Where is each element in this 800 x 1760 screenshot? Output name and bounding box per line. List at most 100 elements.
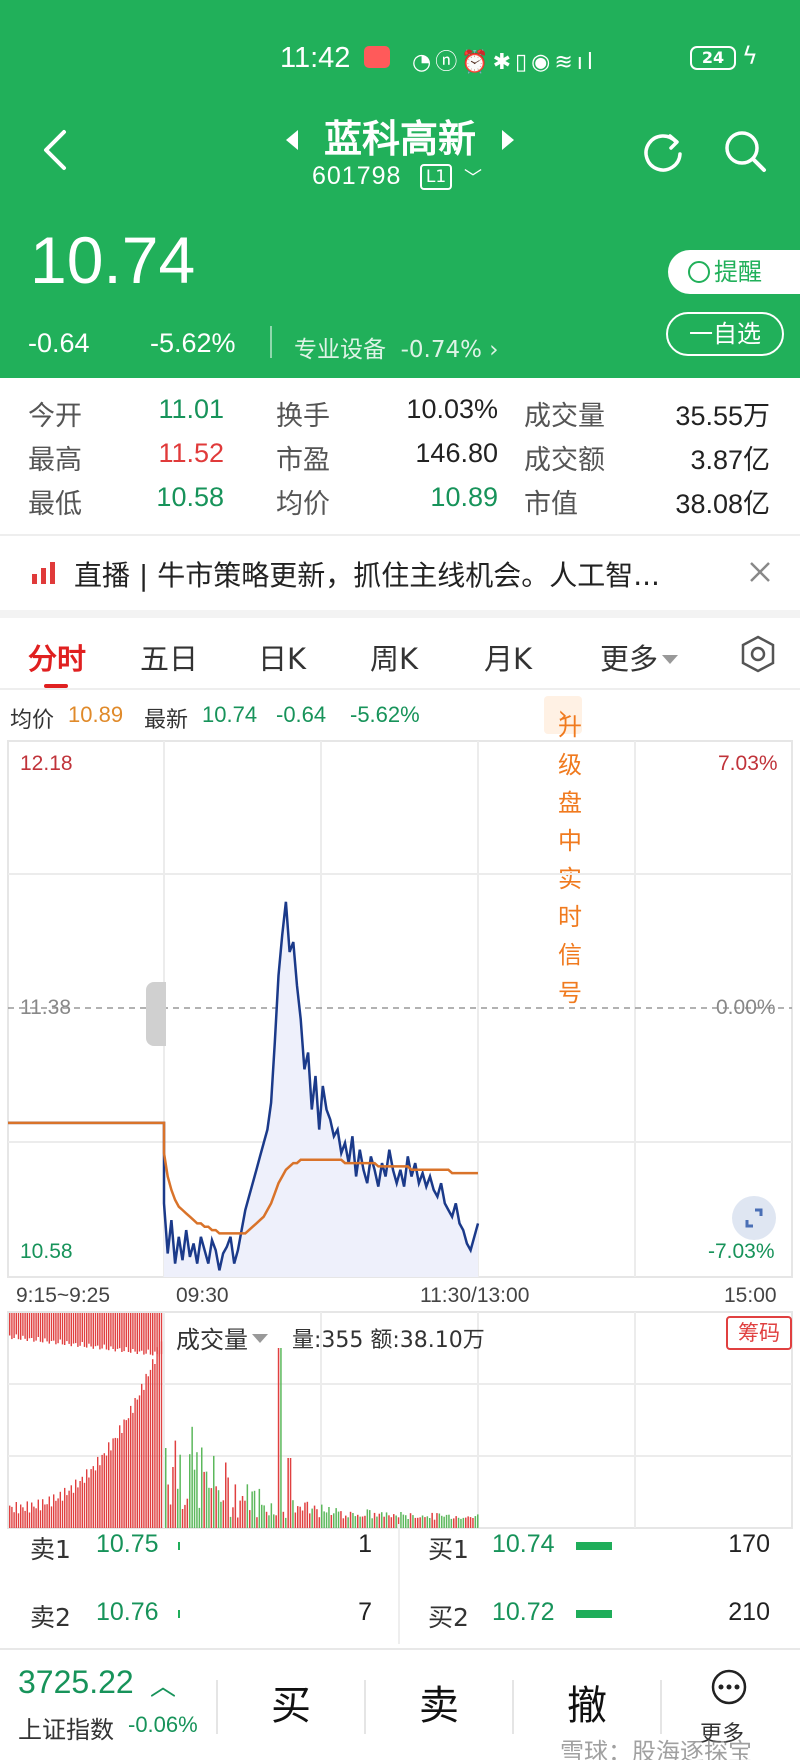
tab-intraday[interactable]: 分时 <box>28 636 86 678</box>
volume-bar <box>239 1500 241 1528</box>
volume-bar <box>357 1514 359 1528</box>
volume-bar <box>433 1519 436 1528</box>
battery-icon: 24 <box>690 46 736 70</box>
upgrade-signal-button[interactable]: 升级盘中实时信号 › <box>544 696 582 1007</box>
live-bars-icon <box>32 562 55 584</box>
next-stock-icon[interactable] <box>502 130 514 150</box>
volume-bar <box>46 1504 48 1528</box>
volume-bar <box>127 1418 130 1528</box>
volume-bar <box>414 1517 417 1528</box>
app-badge-icon <box>364 46 390 68</box>
volume-bar <box>227 1477 229 1528</box>
auction-volume-bar <box>114 1313 116 1352</box>
divider <box>660 1680 662 1734</box>
sell-qty: 1 <box>358 1530 372 1558</box>
auction-volume-bar <box>31 1313 33 1338</box>
stat-value: 10.89 <box>430 482 498 512</box>
volume-bar <box>165 1448 167 1528</box>
remind-label: 提醒 <box>714 258 762 286</box>
volume-bar <box>285 1517 287 1528</box>
news-ticker[interactable]: 直播 | 牛市策略更新，抓住主线机会。人工智... <box>0 536 800 608</box>
buy-qty: 170 <box>728 1530 770 1558</box>
sector-link[interactable]: 专业设备 -0.74% › <box>294 330 499 364</box>
volume-bar <box>152 1359 154 1528</box>
stat-label: 市值 <box>524 489 578 520</box>
auction-volume-bar <box>50 1313 53 1341</box>
auction-volume-bar <box>147 1313 149 1350</box>
tab-five-day[interactable]: 五日 <box>140 636 198 678</box>
latest-change: -0.64 <box>276 702 327 727</box>
volume-bar <box>325 1512 328 1528</box>
volume-bar <box>316 1509 318 1528</box>
stats-grid: 今开 11.01 换手 10.03% 成交量 35.55万 最高 11.52 市盈 146.80 成… <box>0 378 800 534</box>
auction-volume-bar <box>158 1313 160 1357</box>
volume-bar <box>232 1507 234 1528</box>
auction-volume-bar <box>57 1313 59 1344</box>
volume-bar <box>17 1513 20 1528</box>
auction-volume-bar <box>13 1313 15 1338</box>
volume-bar <box>99 1465 101 1528</box>
auction-volume-bar <box>83 1313 86 1347</box>
volume-bar <box>376 1516 378 1528</box>
level-badge[interactable]: L1 <box>420 164 452 190</box>
stat-label: 成交额 <box>524 445 605 476</box>
auction-volume-bar <box>26 1313 28 1341</box>
volume-bar <box>132 1412 134 1528</box>
search-icon[interactable] <box>722 128 768 174</box>
volume-bar <box>455 1516 457 1528</box>
collapse-handle[interactable] <box>146 982 166 1046</box>
volume-info: 量:355 额:38.10万 <box>292 1328 485 1353</box>
sell-volume-bar <box>178 1610 180 1618</box>
volume-bar <box>407 1519 409 1528</box>
volume-bar <box>39 1510 42 1528</box>
tab-more[interactable]: 更多 <box>600 636 679 678</box>
intraday-chart[interactable] <box>0 740 800 1530</box>
refresh-icon[interactable] <box>640 128 686 174</box>
watchlist-button[interactable]: 一自选 <box>666 312 784 356</box>
auction-volume-bar <box>132 1313 134 1349</box>
close-icon[interactable] <box>748 560 772 584</box>
volume-bar <box>409 1513 412 1528</box>
volume-bar <box>280 1348 282 1528</box>
volume-bar <box>246 1484 249 1528</box>
remind-button[interactable]: 提醒 <box>668 250 800 294</box>
fullscreen-icon[interactable] <box>732 1196 776 1240</box>
volume-bar <box>417 1517 419 1528</box>
chevron-down-icon[interactable]: ﹀ <box>464 164 482 190</box>
settings-hexagon-icon[interactable] <box>740 634 776 674</box>
buy-button[interactable]: 买 <box>218 1650 364 1760</box>
volume-bar <box>24 1510 26 1528</box>
volume-bar <box>156 1347 158 1528</box>
auction-volume-bar <box>97 1313 99 1346</box>
chip-distribution-button[interactable]: 筹码 <box>726 1316 792 1350</box>
volume-bar <box>472 1518 474 1528</box>
auction-volume-bar <box>116 1313 119 1349</box>
tab-monthly-k[interactable]: 月K <box>484 636 532 678</box>
buy-qty: 210 <box>728 1598 770 1626</box>
auction-volume-bar <box>141 1313 143 1351</box>
volume-bar <box>426 1516 429 1528</box>
auction-volume-bar <box>70 1313 72 1347</box>
section-gap <box>0 610 800 618</box>
volume-bar <box>369 1510 371 1528</box>
volume-bar <box>342 1518 345 1528</box>
stock-header: 11:42 ◔ⓝ⏰✱▯◉≋ıl 24 ϟ 蓝科高新 601798 L1 ﹀ 10… <box>0 0 800 378</box>
auction-volume-bar <box>121 1313 123 1352</box>
volume-bar <box>268 1515 270 1528</box>
volume-label: 成交量 <box>176 1326 248 1354</box>
volume-bar <box>436 1513 438 1528</box>
auction-volume-bar <box>24 1313 26 1339</box>
volume-selector[interactable]: 成交量 <box>176 1320 268 1355</box>
volume-bar <box>75 1479 77 1528</box>
volume-bar <box>88 1477 90 1528</box>
volume-bar <box>123 1419 125 1528</box>
auction-volume-bar <box>28 1313 31 1339</box>
sell-button[interactable]: 卖 <box>366 1650 512 1760</box>
tab-weekly-k[interactable]: 周K <box>370 636 418 678</box>
volume-bar <box>474 1516 477 1528</box>
auction-volume-bar <box>136 1313 138 1354</box>
axis-price-bot: 10.58 <box>20 1240 73 1263</box>
tab-daily-k[interactable]: 日K <box>258 636 306 678</box>
volume-bar <box>337 1511 340 1528</box>
volume-bar <box>249 1510 251 1528</box>
